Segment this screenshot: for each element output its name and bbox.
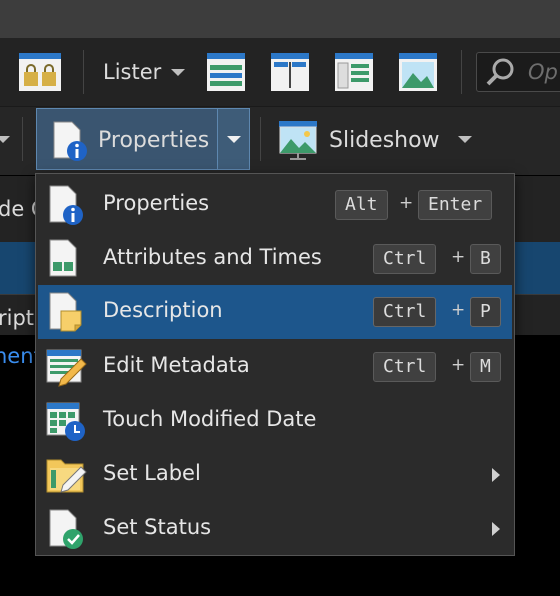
shortcut-plus: +	[451, 355, 466, 375]
properties-button-label: Properties	[98, 128, 210, 153]
shortcut-key: Ctrl	[373, 352, 437, 382]
menu-item-label: Properties	[103, 191, 210, 215]
menu-item-label: Attributes and Times	[103, 245, 322, 269]
menu-item-description[interactable]: Description Ctrl + P	[38, 285, 512, 339]
dual-lock-icon[interactable]	[19, 53, 61, 91]
edit-metadata-icon	[45, 346, 87, 388]
properties-icon	[45, 184, 87, 226]
lister-button[interactable]: Lister	[103, 60, 161, 84]
prev-dropdown-icon[interactable]	[0, 136, 10, 143]
menu-item-touch-modified-date[interactable]: Touch Modified Date	[37, 394, 513, 448]
submenu-arrow-icon	[492, 468, 500, 482]
toolbar-divider	[22, 117, 23, 161]
shortcut-key: B	[470, 244, 501, 274]
shortcut-key: M	[470, 352, 501, 382]
menu-item-label: Touch Modified Date	[103, 407, 317, 431]
properties-icon	[51, 120, 91, 162]
slideshow-dropdown-icon[interactable]	[458, 136, 472, 143]
shortcut-key: Ctrl	[373, 297, 437, 327]
list-row-text: ript	[0, 306, 35, 330]
search-icon	[485, 57, 517, 87]
menu-item-label: Description	[103, 298, 223, 322]
shortcut-key: Enter	[418, 190, 493, 220]
shortcut-plus: +	[399, 193, 414, 213]
menu-item-properties[interactable]: Properties Alt + Enter	[37, 178, 513, 232]
lister-dropdown-icon[interactable]	[171, 69, 185, 76]
description-icon	[45, 291, 87, 333]
toolbar-divider	[461, 50, 462, 94]
menu-item-edit-metadata[interactable]: Edit Metadata Ctrl + M	[37, 340, 513, 394]
menu-item-label: Edit Metadata	[103, 353, 250, 377]
set-label-icon	[45, 454, 87, 496]
menu-item-set-label[interactable]: Set Label	[37, 448, 513, 502]
shortcut-plus: +	[451, 300, 466, 320]
layout-split-icon[interactable]	[271, 53, 309, 91]
shortcut-key: Alt	[335, 190, 388, 220]
layout-list-icon[interactable]	[335, 53, 373, 91]
window-title-bar	[0, 0, 560, 38]
attributes-icon	[45, 238, 87, 280]
layout-horizontal-icon[interactable]	[207, 53, 245, 91]
menu-item-label: Set Label	[103, 461, 201, 485]
submenu-arrow-icon	[492, 522, 500, 536]
properties-menu: Properties Alt + Enter Attributes and Ti…	[35, 173, 515, 556]
menu-item-attributes-and-times[interactable]: Attributes and Times Ctrl + B	[37, 232, 513, 286]
touch-date-icon	[45, 400, 87, 442]
properties-dropdown-icon	[227, 136, 241, 143]
toolbar-divider	[83, 50, 84, 94]
shortcut-key: P	[470, 297, 501, 327]
slideshow-button[interactable]: Slideshow	[329, 128, 440, 153]
menu-item-label: Set Status	[103, 515, 212, 539]
slideshow-icon[interactable]	[279, 121, 317, 161]
set-status-icon	[45, 508, 87, 550]
shortcut-key: Ctrl	[373, 244, 437, 274]
search-placeholder: Op	[528, 60, 558, 84]
layout-thumbnail-icon[interactable]	[399, 53, 437, 91]
shortcut-plus: +	[451, 247, 466, 267]
toolbar-divider	[260, 117, 261, 161]
menu-item-set-status[interactable]: Set Status	[37, 502, 513, 556]
